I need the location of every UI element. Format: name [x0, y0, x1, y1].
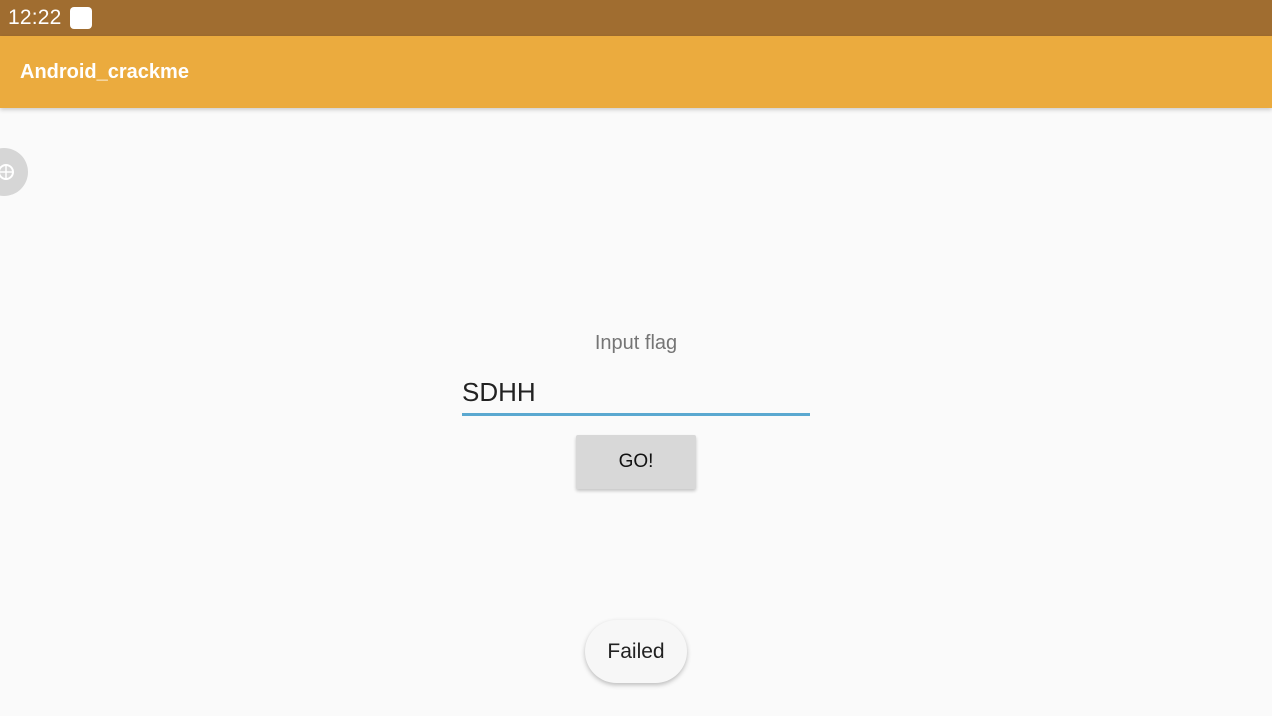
android-bug-icon	[0, 164, 14, 180]
status-time: 12:22	[8, 6, 62, 29]
input-flag-label: Input flag	[594, 332, 678, 354]
notification-icon	[69, 7, 92, 29]
floating-tool-button[interactable]	[0, 148, 28, 196]
app-title: Android_crackme	[20, 60, 189, 83]
go-button[interactable]: GO!	[576, 435, 696, 489]
app-bar: Android_crackme	[0, 36, 1272, 108]
toast-message: Failed	[585, 620, 687, 683]
flag-input[interactable]	[462, 372, 810, 416]
status-bar: 12:22	[0, 0, 1272, 36]
